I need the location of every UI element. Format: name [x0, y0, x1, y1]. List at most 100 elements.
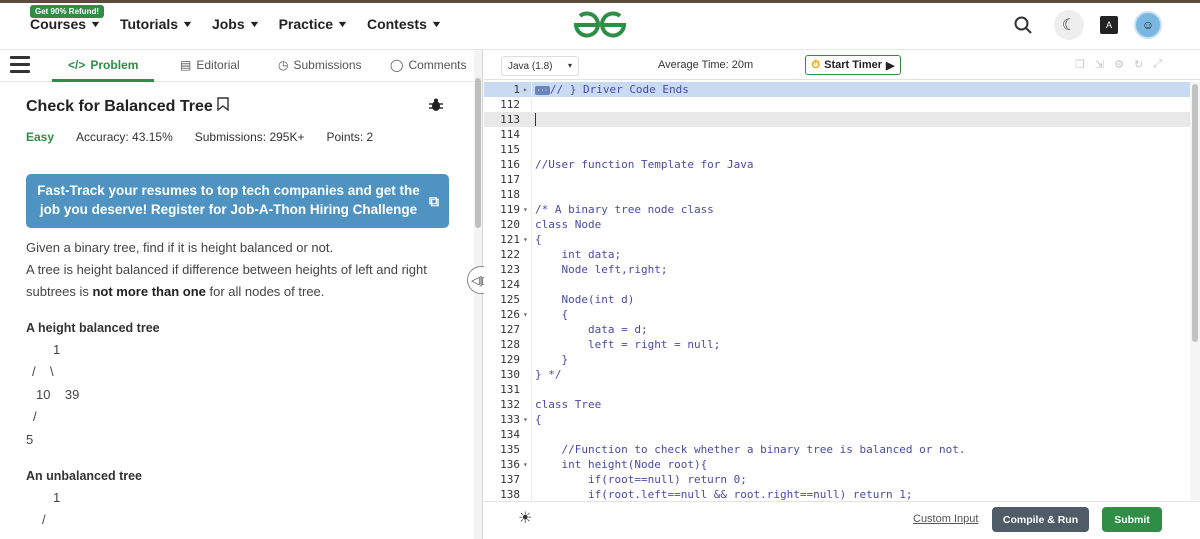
- line-number: 112: [500, 98, 520, 111]
- code-text: //User function Template for Java: [535, 158, 754, 171]
- code-line[interactable]: 117: [484, 172, 1190, 187]
- balanced-tree-heading: A height balanced tree: [26, 321, 160, 335]
- code-line[interactable]: 120 class Node: [484, 217, 1190, 232]
- code-line[interactable]: 132 class Tree: [484, 397, 1190, 412]
- code-text: }: [535, 353, 569, 366]
- code-line[interactable]: 130} */: [484, 367, 1190, 382]
- user-avatar[interactable]: ☺: [1134, 11, 1162, 39]
- tree-edges: / \: [32, 364, 54, 379]
- problem-scrollbar[interactable]: [474, 50, 482, 539]
- line-number: 136: [500, 458, 520, 471]
- code-line[interactable]: 133 ▾ {: [484, 412, 1190, 427]
- panel-divider: [482, 50, 483, 539]
- tree-edges: /: [42, 512, 46, 527]
- fold-icon[interactable]: ▾: [523, 307, 528, 322]
- nav-tutorials[interactable]: Tutorials ▼: [120, 16, 194, 32]
- code-line[interactable]: 114: [484, 127, 1190, 142]
- editor-actions: ❐ ⇲ ⚙ ↻ ⤢: [1075, 58, 1162, 71]
- reset-icon[interactable]: ↻: [1134, 58, 1143, 71]
- code-text: data = d;: [535, 323, 648, 336]
- fold-icon[interactable]: ▾: [523, 232, 528, 247]
- code-area[interactable]: 1 ▸ ···// } Driver Code Ends 112 113 114 115 11…: [484, 82, 1190, 500]
- bookmark-icon[interactable]: [217, 97, 229, 116]
- nav-jobs[interactable]: Jobs ▼: [212, 16, 261, 32]
- code-text: class Tree: [535, 398, 602, 411]
- folded-code-marker[interactable]: ···: [535, 85, 550, 95]
- tab-comments[interactable]: ◯ Comments: [390, 58, 466, 72]
- code-line[interactable]: 131: [484, 382, 1190, 397]
- line-number: 114: [500, 128, 520, 141]
- code-line[interactable]: 134: [484, 427, 1190, 442]
- code-text: //Function to check whether a binary tre…: [535, 443, 966, 456]
- code-text: {: [535, 233, 542, 246]
- nav-courses[interactable]: Courses ▼: [30, 16, 102, 32]
- copy-icon[interactable]: ❐: [1075, 58, 1085, 71]
- code-line[interactable]: 136 ▾ int height(Node root){: [484, 457, 1190, 472]
- active-tab-indicator: [52, 79, 154, 82]
- line-number: 1: [513, 83, 520, 96]
- code-line[interactable]: 127 data = d;: [484, 322, 1190, 337]
- code-line[interactable]: 123 Node left,right;: [484, 262, 1190, 277]
- compile-run-button[interactable]: Compile & Run: [992, 507, 1089, 532]
- line-number: 116: [500, 158, 520, 171]
- export-icon[interactable]: ⇲: [1095, 58, 1104, 71]
- nav-contests[interactable]: Contests ▼: [367, 16, 443, 32]
- gfg-logo-icon[interactable]: [572, 10, 628, 45]
- line-number: 118: [500, 188, 520, 201]
- chevron-down-icon: ▼: [247, 19, 261, 29]
- code-line[interactable]: 128 left = right = null;: [484, 337, 1190, 352]
- tab-problem[interactable]: </> Problem: [68, 58, 138, 72]
- top-accent-strip: [0, 0, 1200, 3]
- line-number: 124: [500, 278, 520, 291]
- code-line[interactable]: 137 if(root==null) return 0;: [484, 472, 1190, 487]
- line-number: 133: [500, 413, 520, 426]
- line-number: 131: [500, 383, 520, 396]
- code-line[interactable]: 115: [484, 142, 1190, 157]
- submit-button[interactable]: Submit: [1102, 507, 1162, 532]
- code-line[interactable]: 122 int data;: [484, 247, 1190, 262]
- code-scrollbar[interactable]: [1190, 82, 1200, 500]
- fold-icon[interactable]: ▸: [523, 82, 528, 97]
- search-icon[interactable]: [1008, 10, 1038, 40]
- code-line[interactable]: 113: [484, 112, 1190, 127]
- chevron-down-icon: ▼: [336, 19, 349, 29]
- nav-practice[interactable]: Practice ▼: [279, 16, 349, 32]
- problem-title: Check for Balanced Tree: [26, 97, 229, 116]
- fullscreen-icon[interactable]: ⤢: [1153, 58, 1162, 71]
- fold-icon[interactable]: ▾: [523, 202, 528, 217]
- settings-icon[interactable]: ⚙: [1114, 58, 1124, 71]
- chevron-down-icon: ▼: [181, 19, 194, 29]
- line-number: 138: [500, 488, 520, 500]
- code-line[interactable]: 124: [484, 277, 1190, 292]
- code-line[interactable]: 125 Node(int d): [484, 292, 1190, 307]
- clock-icon: ◷: [278, 58, 289, 72]
- code-line[interactable]: 1 ▸ ···// } Driver Code Ends: [484, 82, 1190, 97]
- code-line[interactable]: 129 }: [484, 352, 1190, 367]
- code-line[interactable]: 138 if(root.left==null && root.right==nu…: [484, 487, 1190, 500]
- code-line[interactable]: 126 ▾ {: [484, 307, 1190, 322]
- lightbulb-icon[interactable]: ☀: [518, 508, 532, 528]
- language-select[interactable]: Java (1.8) ▾: [501, 56, 579, 76]
- main-nav: Courses ▼ Tutorials ▼ Jobs ▼ Practice ▼ Cont…: [30, 16, 461, 32]
- tree-node: 5: [26, 432, 34, 447]
- code-line[interactable]: 121 ▾ {: [484, 232, 1190, 247]
- report-bug-icon[interactable]: [428, 97, 444, 118]
- tab-submissions[interactable]: ◷ Submissions: [278, 58, 362, 72]
- code-line[interactable]: 135 //Function to check whether a binary…: [484, 442, 1190, 457]
- dark-mode-icon[interactable]: ☾: [1054, 10, 1084, 40]
- code-line[interactable]: 119 ▾ /* A binary tree node class: [484, 202, 1190, 217]
- start-timer-button[interactable]: ⏱ Start Timer ▶: [805, 55, 901, 75]
- code-line[interactable]: 116 //User function Template for Java: [484, 157, 1190, 172]
- translate-icon[interactable]: A: [1100, 16, 1118, 34]
- code-line[interactable]: 112: [484, 97, 1190, 112]
- job-a-thon-banner[interactable]: Fast-Track your resumes to top tech comp…: [26, 174, 449, 228]
- tab-editorial[interactable]: ▤ Editorial: [180, 58, 240, 72]
- editor-footer: ☀ Custom Input Compile & Run Submit: [484, 501, 1200, 539]
- fold-icon[interactable]: ▾: [523, 412, 528, 427]
- menu-icon[interactable]: [10, 56, 30, 77]
- code-editor-panel: Java (1.8) ▾ Average Time: 20m ⏱ Start Tim…: [484, 50, 1200, 539]
- code-line[interactable]: 118: [484, 187, 1190, 202]
- line-number: 128: [500, 338, 520, 351]
- fold-icon[interactable]: ▾: [523, 457, 528, 472]
- custom-input-link[interactable]: Custom Input: [913, 513, 978, 525]
